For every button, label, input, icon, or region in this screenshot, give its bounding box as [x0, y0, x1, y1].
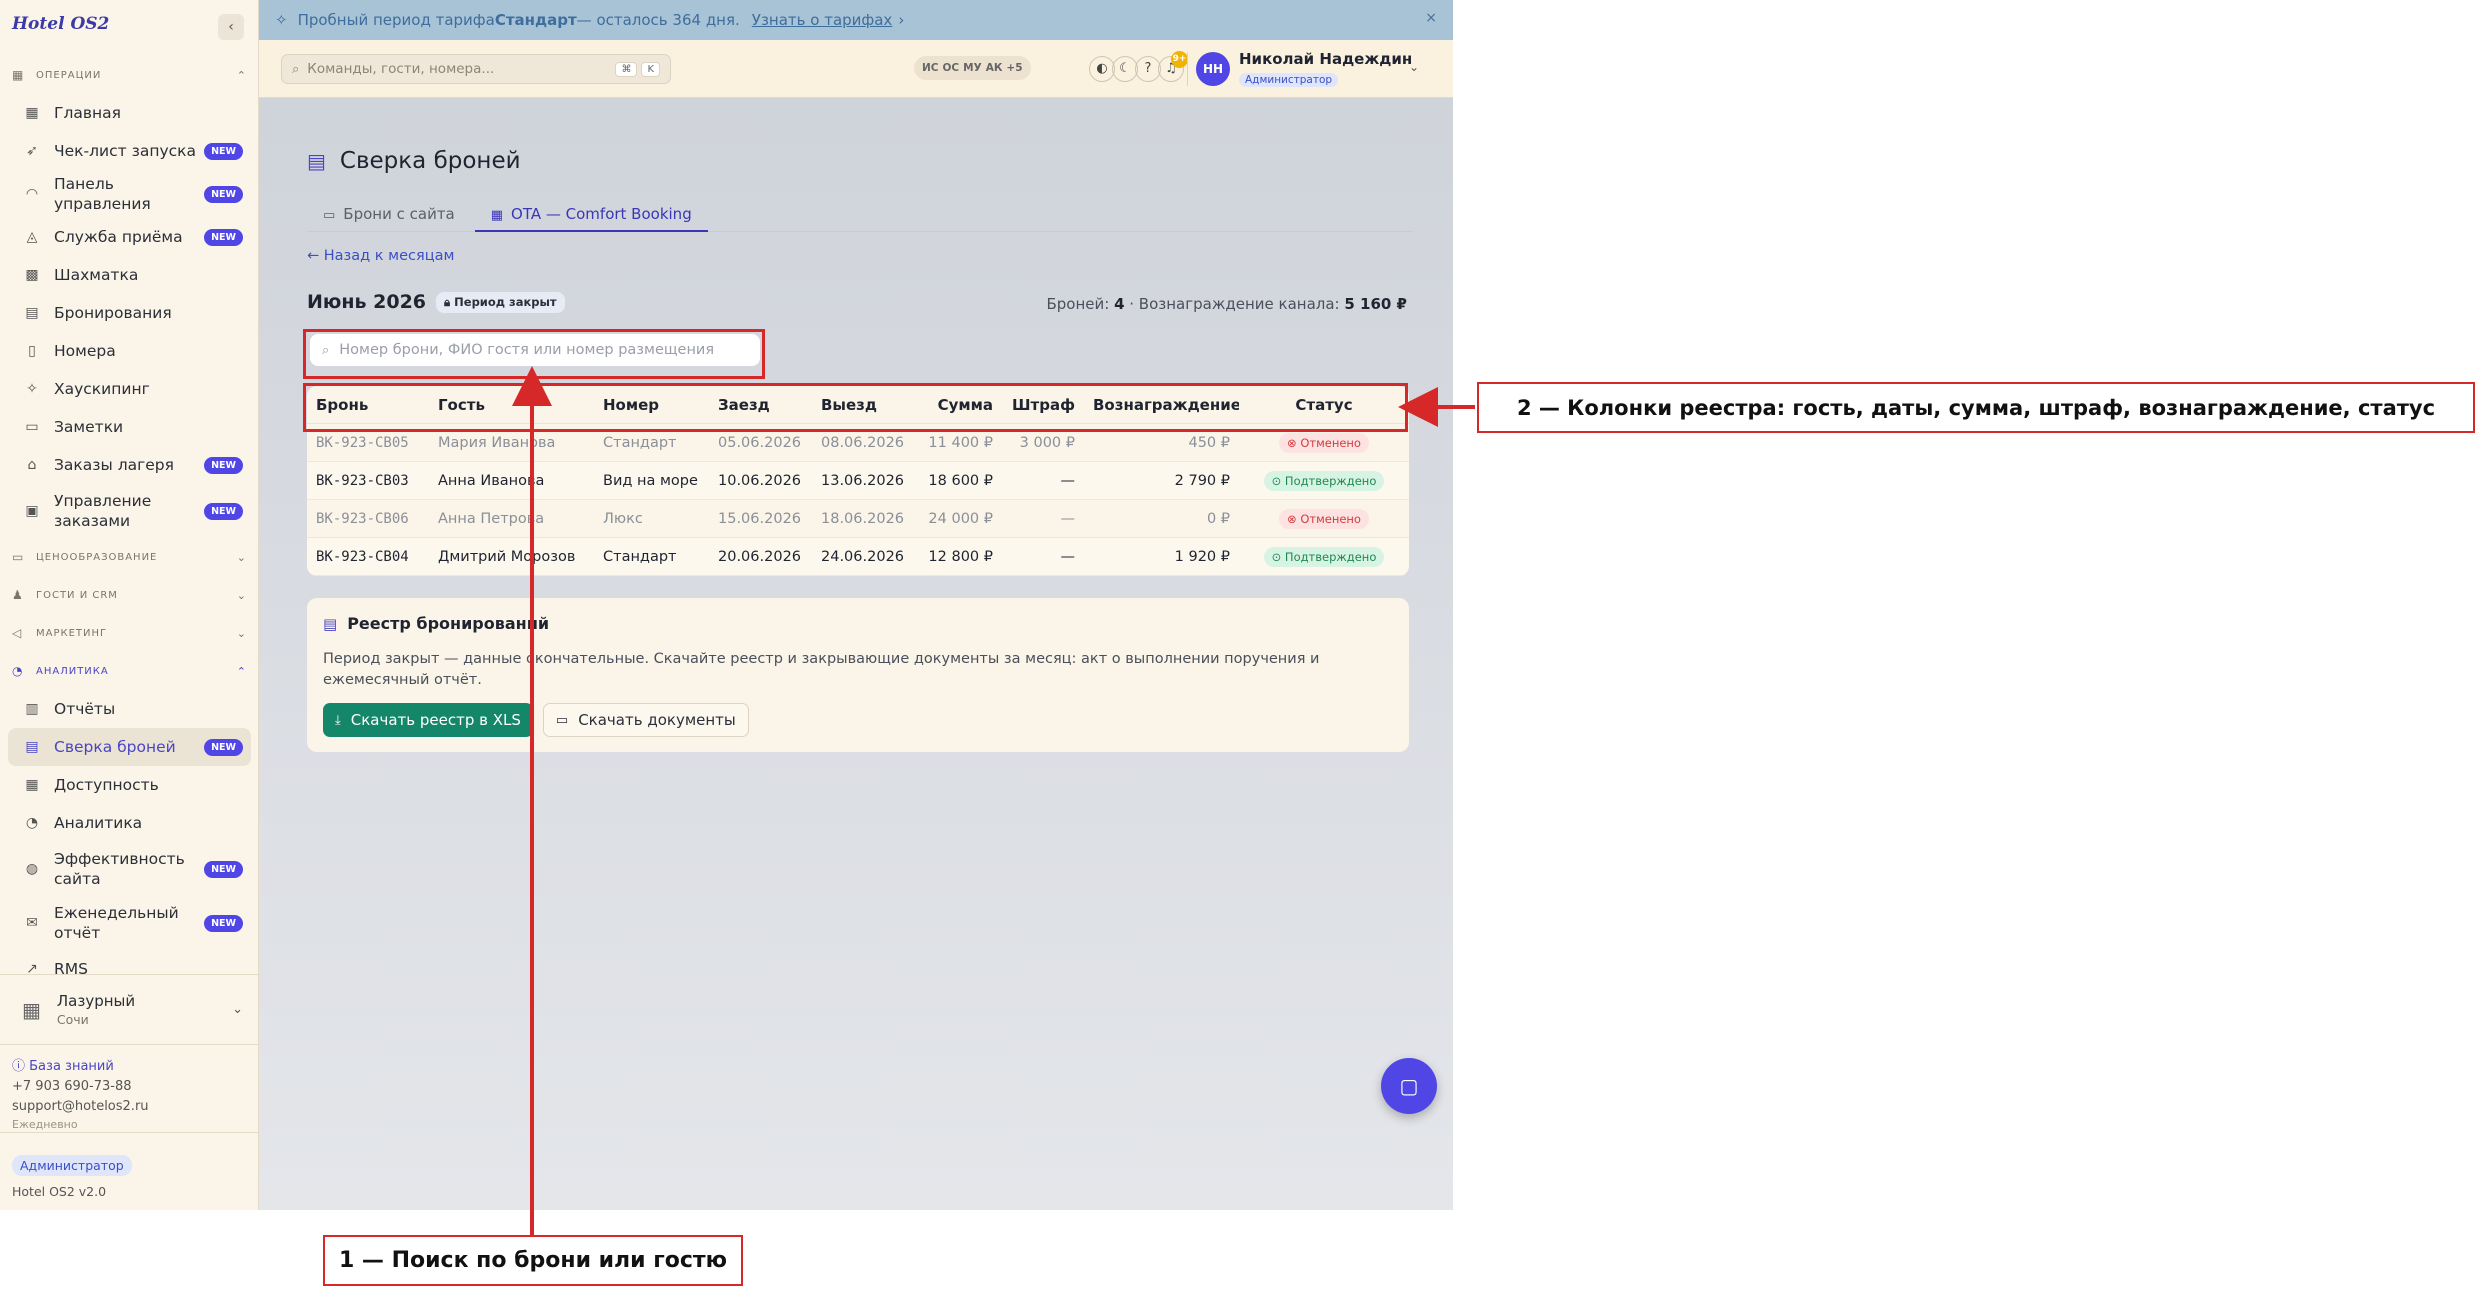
- annotation-arrows: [512, 366, 1475, 1235]
- callout-columns: 2 — Колонки реестра: гость, даты, сумма,…: [1477, 382, 2475, 433]
- callout-search: 1 — Поиск по брони или гостю: [323, 1235, 743, 1286]
